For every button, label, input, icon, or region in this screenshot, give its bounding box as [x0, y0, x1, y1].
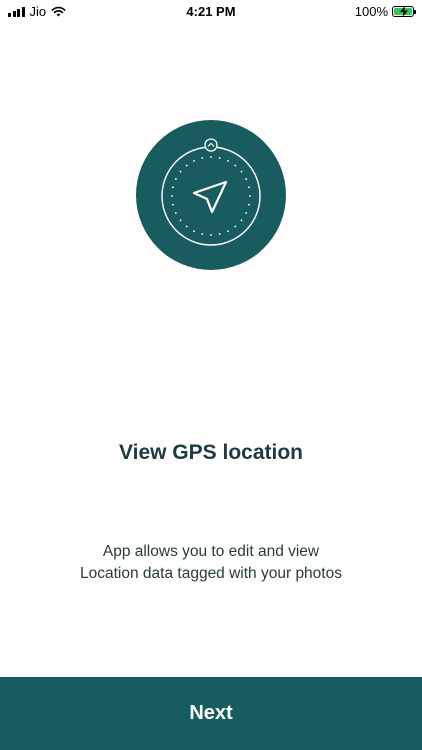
onboarding-screen: Jio 4:21 PM 100% View GPS location App a… — [0, 0, 422, 750]
ring-dot — [227, 230, 229, 233]
ring-dot — [179, 170, 182, 173]
gps-compass-icon — [136, 120, 286, 270]
page-title: View GPS location — [119, 441, 303, 464]
ring-dot — [245, 212, 248, 214]
ring-dot — [179, 219, 182, 222]
status-bar: Jio 4:21 PM 100% — [0, 0, 422, 24]
ring-dot — [240, 219, 243, 222]
ring-dot — [234, 225, 237, 228]
battery-tip — [414, 10, 416, 14]
ring-dot — [201, 233, 204, 235]
top-marker — [204, 138, 218, 152]
next-button[interactable]: Next — [0, 677, 422, 750]
ring-dot — [248, 186, 250, 189]
ring-dot — [193, 230, 195, 233]
ring-dot — [171, 195, 173, 197]
description-line: Location data tagged with your photos — [80, 565, 342, 582]
ring-dot — [201, 157, 204, 159]
ring-dot — [227, 159, 229, 162]
ring-dot — [193, 159, 195, 162]
ring-dot — [210, 234, 212, 236]
ring-dot — [240, 170, 243, 173]
ring-dot — [218, 233, 221, 235]
description: App allows you to edit and view Location… — [0, 541, 422, 585]
ring-dot — [174, 178, 177, 180]
status-right: 100% — [354, 4, 416, 19]
ring-dot — [249, 195, 251, 197]
ring-dot — [185, 164, 188, 167]
ring-dot — [185, 225, 188, 228]
ring-dot — [248, 203, 250, 206]
ring-dot — [172, 186, 174, 189]
ring-dot — [218, 157, 221, 159]
gps-illustration — [136, 120, 286, 270]
battery-percent: 100% — [354, 4, 388, 19]
description-line: App allows you to edit and view — [102, 543, 320, 560]
ring-dot — [174, 212, 177, 214]
ring-dot — [245, 178, 248, 180]
ring-dot — [172, 203, 174, 206]
battery-icon — [392, 6, 416, 17]
charging-bolt-icon — [400, 6, 408, 17]
ring-dot — [210, 156, 212, 158]
ring-dot — [234, 164, 237, 167]
